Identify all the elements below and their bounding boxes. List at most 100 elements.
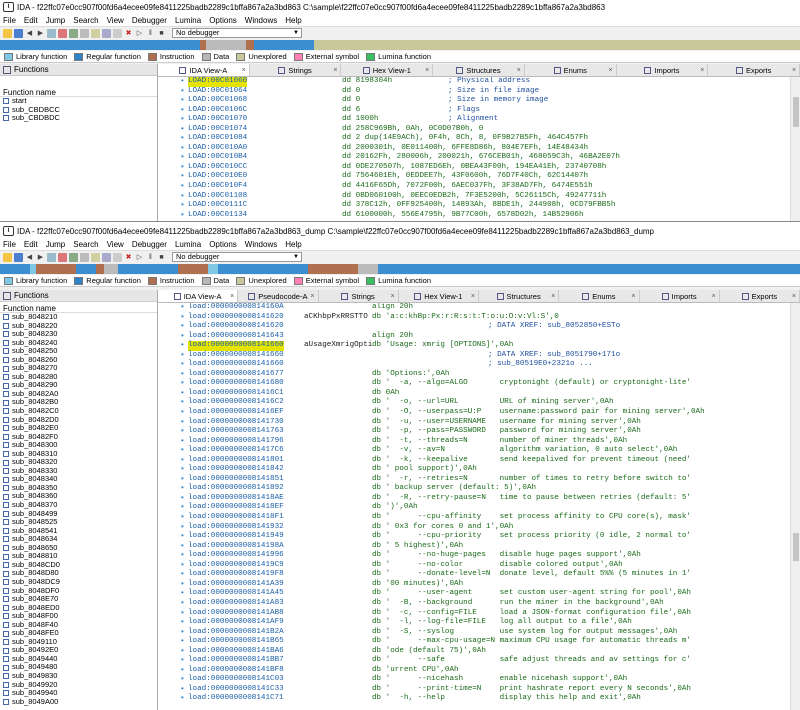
graph-icon[interactable] [113, 28, 122, 38]
undef-icon[interactable] [91, 252, 100, 262]
back-arrow-icon[interactable]: ◀ [25, 29, 34, 38]
line-address[interactable]: LOAD:00C01108 [188, 192, 247, 202]
line-address[interactable]: load:0000000008141AB8 [188, 609, 284, 619]
close-icon[interactable]: × [792, 67, 796, 74]
menu-lumina[interactable]: Lumina [175, 16, 201, 25]
menu-file[interactable]: File [3, 240, 16, 249]
line-address[interactable]: load:0000000008141842 [188, 465, 284, 475]
undef-icon[interactable] [91, 28, 100, 38]
line-address[interactable]: load:0000000008141BB7 [188, 656, 284, 666]
close-icon[interactable]: × [700, 67, 704, 74]
menu-debugger[interactable]: Debugger [132, 240, 167, 249]
menu-file[interactable]: File [3, 16, 16, 25]
line-address[interactable]: load:0000000008141BF8 [188, 666, 284, 676]
tab-enums[interactable]: Enums × [559, 290, 640, 302]
menu-jump[interactable]: Jump [46, 16, 66, 25]
line-address[interactable]: load:0000000008141C33 [188, 685, 284, 695]
menu-edit[interactable]: Edit [24, 16, 38, 25]
line-address[interactable]: load:00000000081417C6 [188, 446, 284, 456]
line-address[interactable]: load:000000000814160A [188, 303, 284, 313]
run-icon[interactable]: ▷ [135, 253, 144, 262]
function-name-column-header[interactable]: Function name [0, 302, 157, 313]
line-address[interactable]: LOAD:00C010A0 [188, 144, 247, 154]
menu-help[interactable]: Help [285, 240, 301, 249]
debugger-select[interactable]: No debugger ▼ [172, 252, 302, 262]
tab-strings[interactable]: Strings × [250, 64, 342, 76]
navigation-band[interactable] [0, 40, 800, 50]
graph-icon[interactable] [113, 252, 122, 262]
line-address[interactable]: load:0000000008141796 [188, 437, 284, 447]
line-address[interactable]: load:0000000008141C71 [188, 694, 284, 704]
tab-hex-view-1[interactable]: Hex View-1 × [341, 64, 434, 76]
line-address[interactable]: load:0000000008141B2A [188, 628, 284, 638]
tab-pseudocode-a[interactable]: Pseudocode-A × [238, 290, 319, 302]
line-address[interactable]: LOAD:00C0111C [188, 201, 247, 211]
line-address[interactable]: load:0000000008141660 [188, 341, 284, 351]
close-icon[interactable]: × [609, 67, 613, 74]
menu-debugger[interactable]: Debugger [132, 16, 167, 25]
code-icon[interactable] [58, 28, 67, 38]
tab-exports[interactable]: Exports × [708, 64, 800, 76]
line-address[interactable]: load:00000000081416EF [188, 408, 284, 418]
tab-structures[interactable]: Structures × [479, 290, 560, 302]
close-icon[interactable]: × [551, 293, 555, 300]
open-folder-icon[interactable] [3, 252, 12, 262]
tab-hex-view-1[interactable]: Hex View-1 × [399, 290, 479, 302]
line-address[interactable]: load:00000000081419C9 [188, 561, 284, 571]
menu-jump[interactable]: Jump [46, 240, 66, 249]
menu-help[interactable]: Help [285, 16, 301, 25]
close-icon[interactable]: × [310, 293, 314, 300]
line-address[interactable]: load:0000000008141C03 [188, 675, 284, 685]
code-icon[interactable] [58, 252, 67, 262]
tab-imports[interactable]: Imports × [617, 64, 709, 76]
close-x-icon[interactable]: ✖ [124, 253, 133, 262]
line-label[interactable]: aUsageXmrigOpti [304, 341, 372, 351]
line-address[interactable]: load:0000000008141932 [188, 523, 284, 533]
close-icon[interactable]: × [712, 293, 716, 300]
line-address[interactable]: LOAD:00C01074 [188, 125, 247, 135]
line-address[interactable]: load:00000000081418F1 [188, 513, 284, 523]
line-address[interactable]: LOAD:00C010F4 [188, 182, 247, 192]
line-address[interactable]: load:0000000008141660 [188, 351, 284, 361]
line-address[interactable]: load:0000000008141620 [188, 313, 284, 323]
line-address[interactable]: load:0000000008141643 [188, 332, 284, 342]
tab-strings[interactable]: Strings × [319, 290, 399, 302]
navigation-band[interactable] [0, 264, 800, 274]
forward-arrow-icon[interactable]: ▶ [36, 29, 45, 38]
close-icon[interactable]: × [391, 293, 395, 300]
pause-icon[interactable]: ‖ [146, 29, 155, 38]
line-address[interactable]: load:0000000008141801 [188, 456, 284, 466]
line-address[interactable]: load:0000000008141660 [188, 360, 284, 370]
func-icon[interactable] [69, 252, 78, 262]
line-address[interactable]: load:0000000008141A39 [188, 580, 284, 590]
tab-enums[interactable]: Enums × [525, 64, 617, 76]
close-icon[interactable]: × [631, 293, 635, 300]
line-address[interactable]: LOAD:00C010B4 [188, 153, 247, 163]
line-address[interactable]: load:000000000814198A [188, 542, 284, 552]
line-address[interactable]: LOAD:00C01060 [188, 77, 248, 87]
tab-ida-view-a[interactable]: IDA View-A × [158, 64, 250, 76]
run-icon[interactable]: ▷ [135, 29, 144, 38]
close-icon[interactable]: × [425, 67, 429, 74]
tab-ida-view-a[interactable]: IDA View-A × [158, 290, 239, 302]
func-icon[interactable] [69, 28, 78, 38]
disassembly-view[interactable]: • load:000000000814160A align 20h • load:000… [158, 303, 800, 710]
close-icon[interactable]: × [333, 67, 337, 74]
pause-icon[interactable]: ‖ [146, 253, 155, 262]
menu-options[interactable]: Options [209, 16, 237, 25]
line-address[interactable]: load:0000000008141A83 [188, 599, 284, 609]
save-icon[interactable] [14, 252, 23, 262]
line-address[interactable]: LOAD:00C01064 [188, 87, 247, 97]
menu-search[interactable]: Search [73, 16, 98, 25]
line-address[interactable]: load:0000000008141996 [188, 551, 284, 561]
menu-windows[interactable]: Windows [245, 240, 277, 249]
menu-options[interactable]: Options [209, 240, 237, 249]
line-label[interactable]: aCKhbpPxRRSTTO [304, 313, 368, 323]
tab-imports[interactable]: Imports × [640, 290, 720, 302]
line-address[interactable]: LOAD:00C0106C [188, 106, 247, 116]
line-address[interactable]: load:0000000008141851 [188, 475, 284, 485]
menu-view[interactable]: View [107, 240, 124, 249]
line-address[interactable]: load:0000000008141620 [188, 322, 284, 332]
stop-icon[interactable]: ■ [157, 253, 166, 262]
struct-icon[interactable] [102, 252, 111, 262]
